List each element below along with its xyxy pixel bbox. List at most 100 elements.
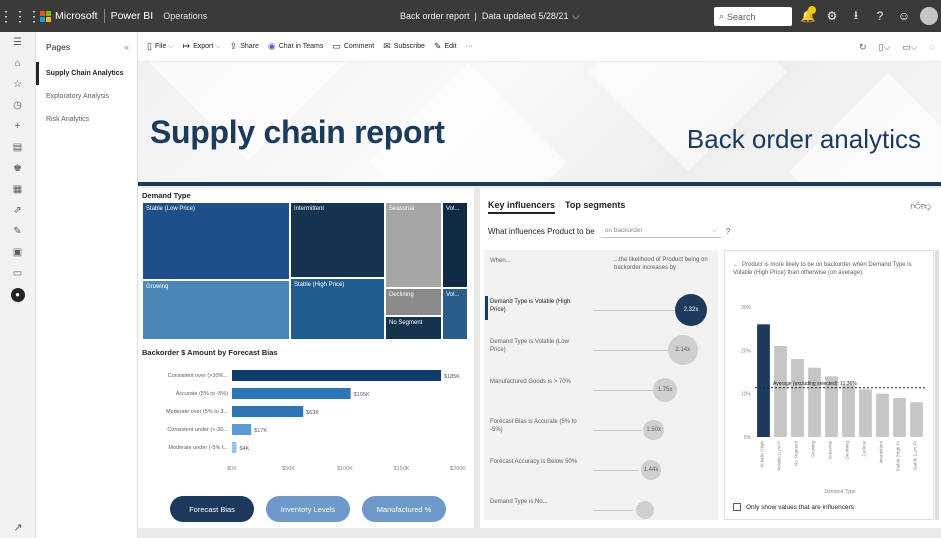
column-bar[interactable]	[808, 367, 821, 437]
recent-icon[interactable]: ◷	[0, 95, 35, 116]
collapse-icon[interactable]: «	[124, 42, 129, 52]
treemap-tile[interactable]: Stable (Low Price)	[142, 202, 290, 280]
workspace-name[interactable]: Operations	[163, 11, 207, 21]
search-input[interactable]: ⌕ Search	[714, 7, 792, 26]
column-bar[interactable]	[791, 359, 804, 437]
treemap-tile[interactable]: Declining	[385, 288, 442, 316]
bookmark-icon[interactable]: ▯⌵	[879, 42, 891, 53]
share-label: Share	[240, 43, 259, 50]
influencer-row[interactable]: Forecast Accuracy is Below 50% 1.44x	[484, 452, 718, 492]
column-bar[interactable]	[842, 385, 855, 437]
only-show-checkbox[interactable]: Only show values that are influencers	[733, 503, 854, 511]
treemap-tile[interactable]: Seasonal	[385, 202, 442, 288]
goals-icon[interactable]: ♚	[0, 158, 35, 179]
help-icon[interactable]: ?	[868, 9, 892, 23]
treemap-tile[interactable]: Stable (High Price)	[290, 278, 385, 340]
influencer-bubble[interactable]	[635, 500, 654, 520]
influencer-bubble[interactable]: 1.50x	[643, 419, 665, 441]
more-button[interactable]: ···	[466, 43, 473, 50]
notification-icon[interactable]: 🔔	[796, 6, 820, 23]
influencer-bubble[interactable]: 2.14x	[668, 335, 698, 365]
tab-key-influencers[interactable]: Key influencers	[488, 200, 556, 214]
bar[interactable]	[232, 442, 237, 453]
treemap-tile[interactable]: Vol...	[442, 202, 468, 288]
reset-icon[interactable]: ◌	[930, 42, 935, 52]
tab-top-segments[interactable]: Top segments	[565, 200, 625, 214]
treemap-tile[interactable]: Intermittent	[290, 202, 385, 278]
selected-marker	[485, 296, 488, 320]
treemap-tile[interactable]: Growing	[142, 280, 290, 340]
treemap-tile[interactable]: No Segment	[385, 316, 442, 340]
influencer-row[interactable]: Forecast Bias is Accurate (5% to -5%) 1.5…	[484, 412, 718, 452]
pages-header: Pages «	[36, 32, 137, 62]
settings-icon[interactable]: ⚙	[820, 9, 844, 23]
learn-icon[interactable]: ✎	[0, 221, 35, 242]
apps-icon[interactable]: ▦	[0, 179, 35, 200]
influencer-bubble[interactable]: 1.44x	[641, 460, 661, 480]
forecast-bias-button[interactable]: Forecast Bias	[170, 496, 254, 522]
create-icon[interactable]: +	[0, 116, 35, 137]
inventory-levels-button[interactable]: Inventory Levels	[266, 496, 350, 522]
edit-button[interactable]: ✎ Edit	[434, 41, 457, 52]
bar[interactable]	[232, 370, 442, 381]
influencer-row[interactable]: Demand Type is Volatile (Low Price) 2.14x	[484, 332, 718, 372]
download-icon[interactable]: ⭳	[844, 6, 868, 27]
menu-icon[interactable]: ☰	[0, 32, 35, 53]
column-bar[interactable]	[859, 389, 872, 437]
tile-label: Stable (Low Price)	[146, 206, 196, 212]
comment-button[interactable]: ▭ Comment	[332, 41, 374, 52]
file-menu[interactable]: ▯ File ⌵	[147, 41, 174, 52]
influencer-label: Forecast Bias is Accurate (5% to -5%)	[490, 419, 577, 434]
favorites-icon[interactable]: ☆	[0, 74, 35, 95]
bar[interactable]	[232, 424, 252, 435]
workspaces-icon[interactable]: ▣	[0, 242, 35, 263]
bar[interactable]	[232, 388, 351, 399]
tile-label: Growing	[146, 284, 169, 290]
question-dropdown[interactable]: on backorder ⌵	[600, 224, 721, 238]
report-title-dropdown[interactable]: Back order report | Data updated 5/28/21…	[400, 0, 579, 32]
column-bar[interactable]	[893, 398, 906, 437]
thumbs-up-icon[interactable]: 👍︎	[910, 201, 920, 212]
home-icon[interactable]: ⌂	[0, 53, 35, 74]
treemap-tile[interactable]: Vol...	[442, 288, 468, 340]
influencer-row[interactable]: Demand Type is Volatile (High Price) 2.32…	[484, 292, 718, 332]
datasets-icon[interactable]: ▤	[0, 137, 35, 158]
influencer-label: Demand Type is No...	[490, 499, 548, 505]
smiley-icon[interactable]: ☺	[892, 9, 916, 23]
back-arrow-icon[interactable]: ←	[733, 262, 739, 268]
refresh-icon[interactable]: ↻	[859, 42, 867, 53]
view-icon[interactable]: ▭⌵	[902, 42, 917, 53]
page-item-supply-chain[interactable]: Supply Chain Analytics	[36, 62, 137, 85]
subscribe-button[interactable]: ✉ Subscribe	[383, 41, 425, 52]
title-divider: |	[474, 11, 477, 21]
column-bar[interactable]	[876, 393, 889, 437]
scrollbar[interactable]	[935, 250, 939, 520]
waffle-icon[interactable]: ⋮⋮⋮	[0, 0, 41, 32]
category-label: Moderate under (-5% t...	[168, 445, 228, 451]
influencer-row[interactable]: Manufactured Goods is > 70% 1.75x	[484, 372, 718, 412]
export-menu[interactable]: ↦ Export ⌵	[183, 41, 221, 52]
treemap-title: Demand Type	[142, 191, 191, 200]
thumbs-down-icon[interactable]: 👎︎	[921, 201, 931, 212]
help-icon[interactable]: ?	[726, 227, 730, 236]
column-bar[interactable]	[910, 402, 923, 437]
influencer-label: Manufactured Goods is > 70%	[490, 379, 571, 385]
shared-icon[interactable]: ⇗	[0, 200, 35, 221]
teams-button[interactable]: ◉ Chat in Teams	[268, 41, 323, 52]
avatar[interactable]	[920, 7, 938, 25]
page-item-exploratory[interactable]: Exploratory Analysis	[36, 85, 137, 108]
bar[interactable]	[232, 406, 304, 417]
column-bar[interactable]	[757, 324, 770, 437]
deployment-icon[interactable]: ▭	[0, 263, 35, 284]
influencer-row[interactable]: Demand Type is No...	[484, 492, 718, 532]
influencer-bubble[interactable]: 1.75x	[652, 377, 678, 403]
column-bar[interactable]	[774, 346, 787, 437]
x-axis-label: Demand Type	[824, 489, 855, 495]
influencer-bubble[interactable]: 2.32x	[675, 294, 707, 326]
manufactured-button[interactable]: Manufactured %	[362, 496, 446, 522]
workspace-active-icon[interactable]: ●	[0, 284, 35, 305]
share-button[interactable]: ⇪ Share	[230, 41, 259, 52]
expand-icon[interactable]: ↗	[0, 521, 36, 534]
brand[interactable]: Microsoft Power BI	[40, 9, 153, 23]
page-item-risk[interactable]: Risk Analytics	[36, 108, 137, 131]
